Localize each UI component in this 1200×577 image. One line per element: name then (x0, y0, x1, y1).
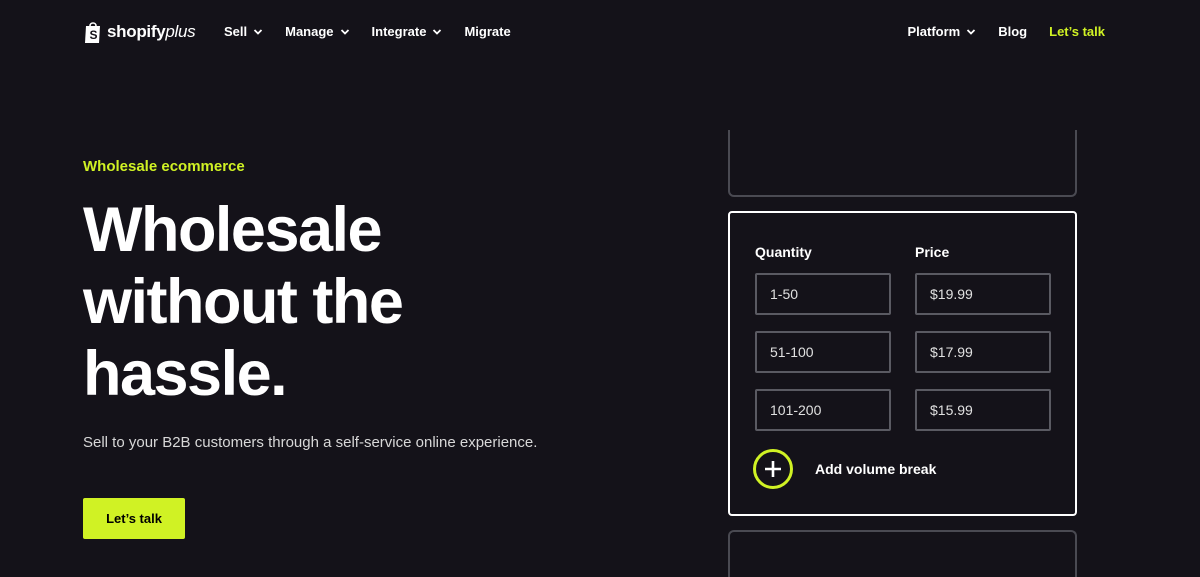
chevron-down-icon (433, 28, 442, 35)
headline-line-2: without the (83, 267, 404, 337)
quantity-field[interactable]: 1-50 (755, 273, 891, 315)
nav-migrate[interactable]: Migrate (464, 24, 510, 39)
hero-eyebrow: Wholesale ecommerce (83, 158, 245, 175)
add-volume-break-button[interactable]: Add volume break (753, 449, 936, 489)
price-field[interactable]: $17.99 (915, 331, 1051, 373)
primary-nav: Sell Manage Integrate Migrate (224, 24, 511, 39)
price-field[interactable]: $15.99 (915, 389, 1051, 431)
chevron-down-icon (967, 28, 976, 35)
quantity-header: Quantity (755, 244, 812, 260)
nav-integrate[interactable]: Integrate (372, 24, 443, 39)
quantity-field[interactable]: 101-200 (755, 389, 891, 431)
chevron-down-icon (253, 28, 263, 35)
shopify-bag-icon: S (85, 22, 100, 43)
nav-sell[interactable]: Sell (224, 24, 263, 39)
headline-line-3: hassle. (83, 339, 288, 409)
volume-pricing-card: Quantity Price 1-50 $19.99 51-100 $17.99… (728, 211, 1077, 516)
headline-line-1: Wholesale (83, 195, 383, 265)
card-stack-bottom (728, 530, 1077, 577)
hero-headline: Wholesale without the hassle. (83, 194, 603, 410)
shopify-plus-logo[interactable]: S shopifyplus (83, 20, 196, 44)
secondary-nav: Platform Blog Let’s talk (908, 24, 1106, 39)
plus-circle-icon (753, 449, 793, 489)
logo-text: shopifyplus (107, 22, 196, 41)
svg-text:S: S (90, 28, 98, 42)
quantity-field[interactable]: 51-100 (755, 331, 891, 373)
nav-platform[interactable]: Platform (908, 24, 977, 39)
nav-manage[interactable]: Manage (285, 24, 349, 39)
price-header: Price (915, 244, 950, 260)
lets-talk-button[interactable]: Let’s talk (83, 498, 185, 539)
nav-blog[interactable]: Blog (998, 24, 1027, 39)
chevron-down-icon (340, 28, 349, 35)
price-field[interactable]: $19.99 (915, 273, 1051, 315)
add-volume-break-label: Add volume break (815, 461, 937, 477)
hero-subtext: Sell to your B2B customers through a sel… (83, 434, 538, 451)
nav-lets-talk[interactable]: Let’s talk (1049, 24, 1105, 39)
page: S shopifyplus Sell Manage Integrate Migr… (0, 0, 1200, 577)
card-stack-top (728, 130, 1077, 197)
